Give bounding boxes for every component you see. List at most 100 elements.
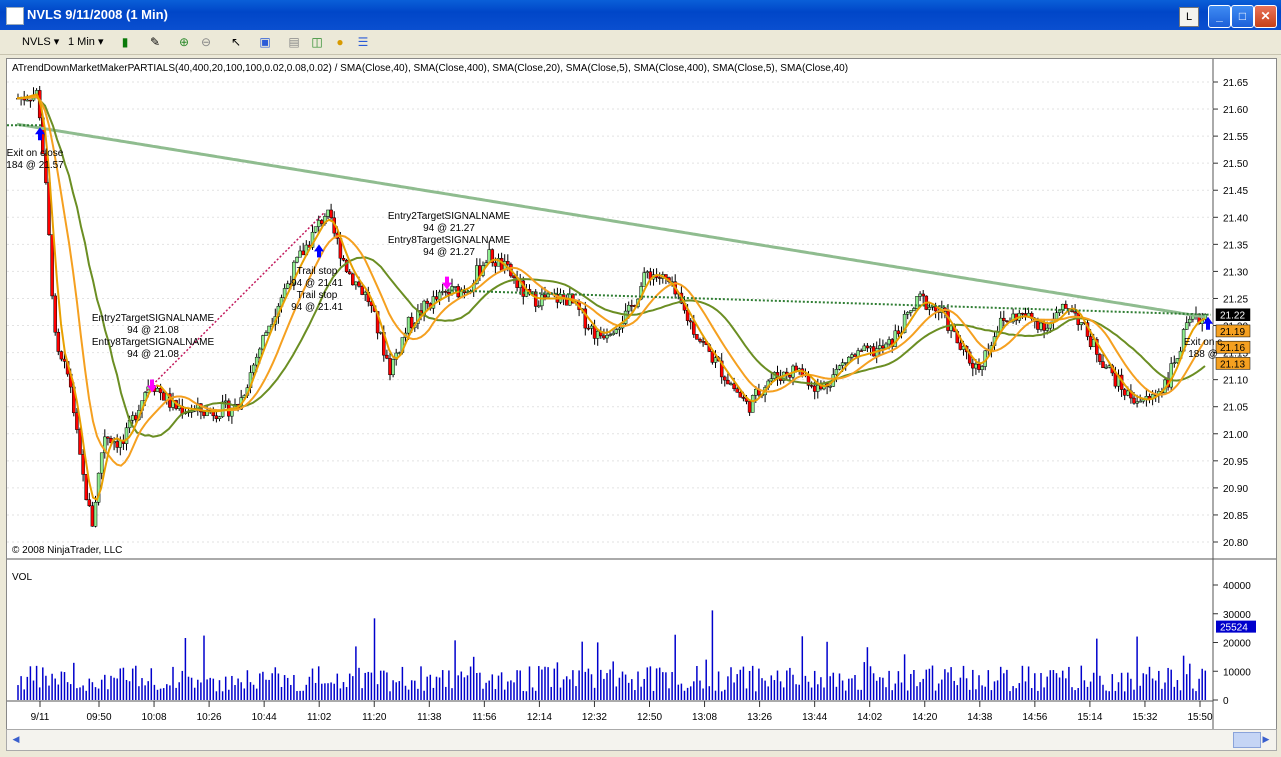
price-badge-label: 21.13 (1220, 359, 1245, 370)
time-tick-label: 14:56 (1022, 712, 1047, 723)
candle-body (843, 362, 848, 364)
indicator-label: ATrendDownMarketMakerPARTIALS(40,400,20,… (12, 63, 848, 74)
time-tick-label: 13:08 (692, 712, 717, 723)
candle-body (75, 412, 79, 430)
candle-body (589, 325, 594, 329)
price-tick-label: 21.45 (1223, 186, 1248, 197)
candle-body (425, 300, 429, 304)
candle-body (1122, 389, 1127, 396)
price-chart-svg[interactable]: 21.65 21.60 21.55 21.50 21.45 21.40 21.35 21.30… (6, 59, 1276, 729)
zoom-in-icon[interactable]: ⊕ (176, 34, 192, 50)
candle-body (385, 354, 389, 359)
pencil-icon[interactable]: ✎ (147, 34, 163, 50)
time-tick-label: 10:44 (252, 712, 277, 723)
data-box-icon[interactable]: ▤ (286, 34, 302, 50)
candle-body (444, 291, 448, 293)
candle-body (202, 411, 206, 416)
candle-body (1036, 321, 1040, 330)
price-tick-label: 21.40 (1223, 213, 1248, 224)
candle-body (608, 334, 612, 336)
candle-body (1088, 336, 1093, 348)
annotation-text: 94 @ 21.27 (423, 247, 475, 258)
candle-body (115, 441, 119, 448)
candle-body (645, 271, 650, 273)
time-tick-label: 15:32 (1132, 712, 1157, 723)
link-button[interactable]: L (1179, 7, 1199, 27)
instrument-label: NVLS (22, 36, 51, 48)
candle-body (326, 209, 330, 217)
candle-body (53, 295, 57, 333)
time-tick-label: 9/11 (31, 712, 50, 723)
scroll-left-icon[interactable]: ◀ (9, 732, 23, 746)
candle-body (1005, 320, 1009, 322)
pointer-icon[interactable]: ↖ (228, 34, 244, 50)
candle-body (853, 354, 857, 357)
minimize-button[interactable]: _ (1208, 5, 1231, 28)
candle-body (378, 332, 383, 334)
annotation-text: Entry8TargetSIGNALNAME (388, 235, 511, 246)
candle-body (506, 261, 510, 265)
close-button[interactable]: ✕ (1254, 5, 1277, 28)
zoom-out-icon[interactable]: ⊖ (198, 34, 214, 50)
candle-body (642, 272, 646, 287)
candle-body (313, 226, 318, 233)
candle-body (946, 310, 950, 331)
candle-body (881, 345, 885, 349)
scroll-right-icon[interactable]: ▶ (1259, 732, 1273, 746)
window-titlebar: NVLS 9/11/2008 (1 Min) L _ □ ✕ (0, 0, 1281, 30)
time-tick-label: 15:50 (1187, 712, 1212, 723)
annotation-text: 94 @ 21.41 (291, 278, 343, 289)
candle-body (406, 316, 411, 334)
candle-body (329, 209, 333, 219)
candle-body (630, 305, 634, 307)
interval-selector[interactable]: 1 Min ▾ (68, 34, 103, 50)
list-icon[interactable]: ☰ (355, 34, 371, 50)
price-tick-label: 21.35 (1223, 240, 1248, 251)
volume-tick-label: 10000 (1223, 667, 1251, 678)
candle-body (437, 291, 442, 300)
strategy-icon[interactable]: ● (332, 34, 348, 50)
instrument-selector[interactable]: NVLS ▾ (22, 34, 59, 50)
candle-body (1002, 317, 1006, 321)
horizontal-scrollbar[interactable]: ◀ ▶ (6, 729, 1277, 751)
candle-body (316, 220, 321, 227)
price-badge-label: 21.16 (1220, 343, 1245, 354)
candle-body (1064, 303, 1068, 309)
candle-body (977, 363, 981, 370)
chart-panel[interactable]: 21.65 21.60 21.55 21.50 21.45 21.40 21.35 21.30… (6, 58, 1277, 730)
indicators-icon[interactable]: ◫ (309, 34, 325, 50)
candle-body (732, 383, 736, 389)
candle-body (626, 305, 631, 312)
time-tick-label: 14:38 (967, 712, 992, 723)
candle-body (130, 415, 135, 421)
candle-body (729, 383, 733, 386)
candle-body (754, 388, 758, 396)
candle-body (360, 286, 364, 295)
candle-body (1042, 322, 1046, 331)
candle-body (1132, 397, 1136, 404)
candle-body (657, 277, 662, 279)
candle-body (251, 364, 256, 373)
price-tick-label: 21.60 (1223, 105, 1248, 116)
candle-body (161, 392, 166, 401)
candle-body (605, 334, 609, 339)
bar-chart-icon[interactable]: ▮ (117, 34, 133, 50)
candle-body (1054, 312, 1059, 320)
scroll-thumb[interactable] (1233, 732, 1261, 748)
time-tick-label: 10:08 (142, 712, 167, 723)
candle-body (909, 310, 913, 313)
maximize-button[interactable]: □ (1231, 5, 1254, 28)
annotation-text: Entry2TargetSIGNALNAME (388, 211, 511, 222)
candle-body (434, 296, 439, 300)
candle-body (1104, 366, 1108, 369)
candle-body (958, 342, 963, 350)
volume-tick-label: 40000 (1223, 581, 1251, 592)
candle-body (865, 345, 870, 349)
candle-body (868, 346, 873, 349)
price-tick-label: 21.65 (1223, 78, 1248, 89)
candle-body (812, 385, 817, 392)
window-title: NVLS 9/11/2008 (1 Min) (27, 7, 168, 22)
candle-body (295, 256, 299, 263)
candle-body (614, 329, 619, 334)
properties-icon[interactable]: ▣ (257, 34, 273, 50)
